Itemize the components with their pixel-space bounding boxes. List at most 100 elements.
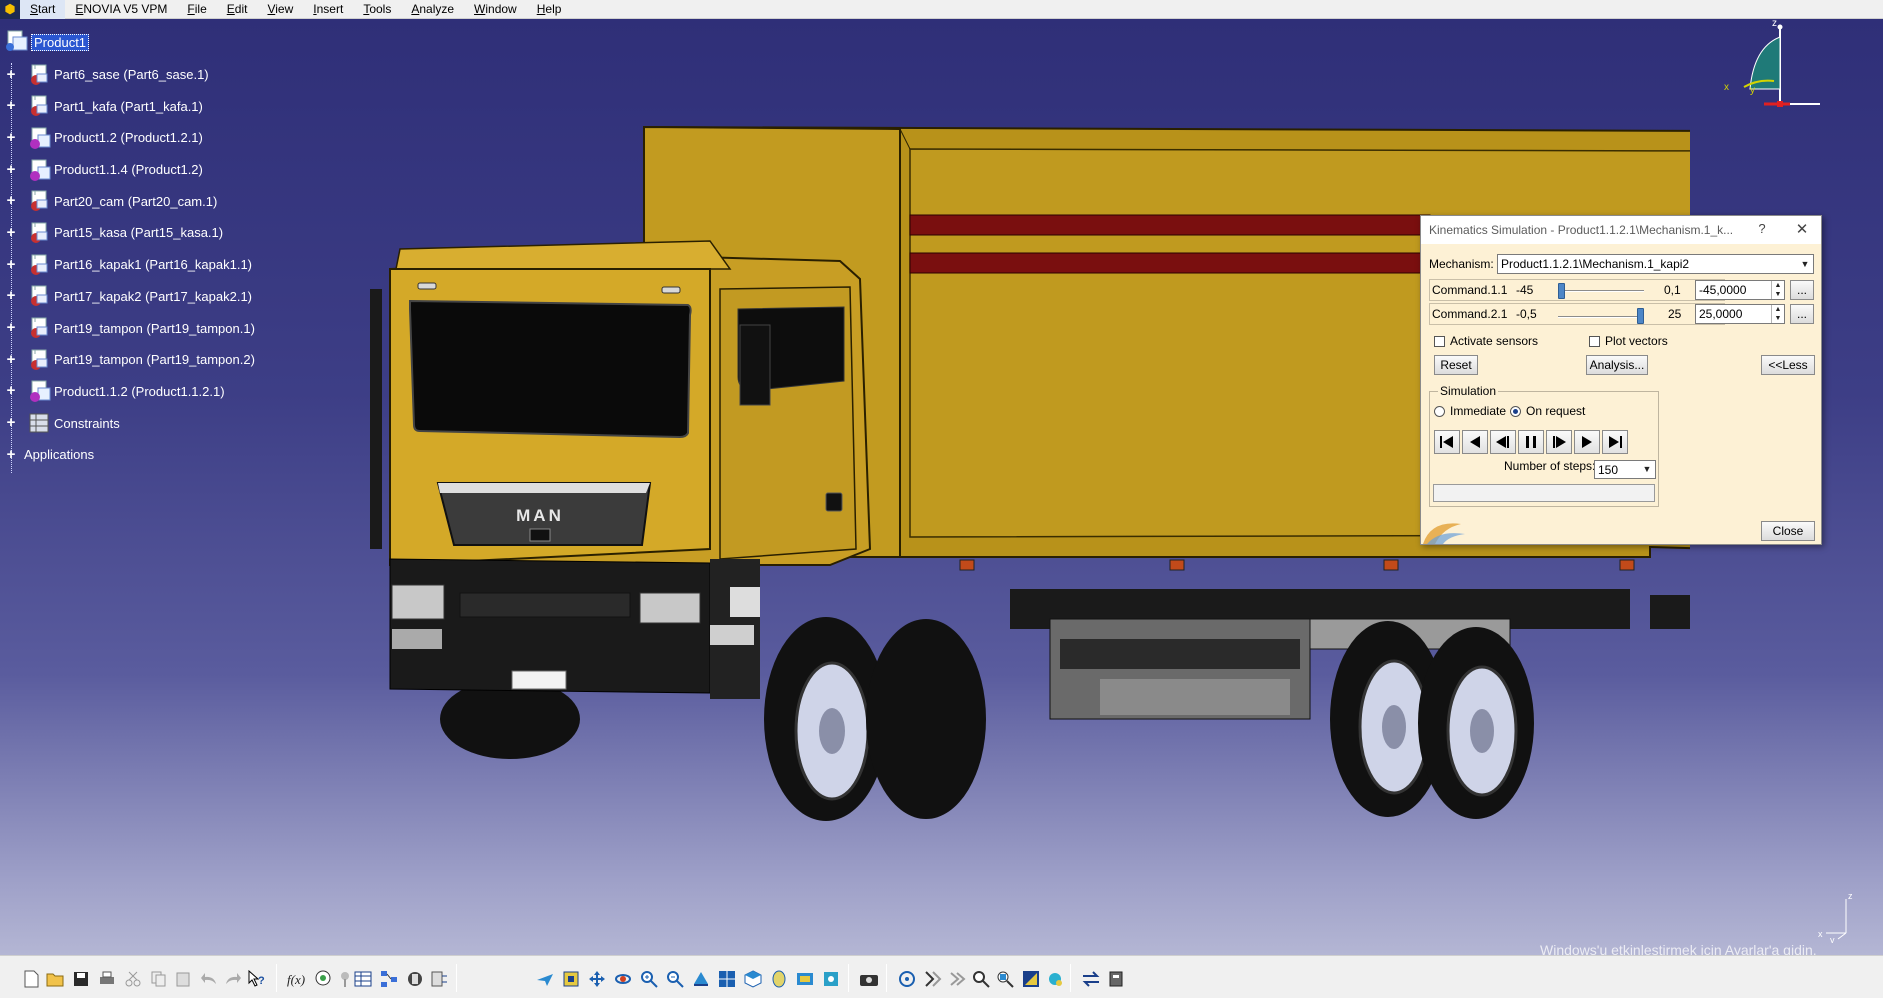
help-icon[interactable]: ?	[1753, 221, 1771, 236]
tree-expander-icon[interactable]: +	[5, 162, 17, 177]
chevron-down-icon[interactable]: ▼	[1639, 461, 1655, 478]
tree-root-label[interactable]: Product1	[31, 34, 90, 52]
tree-node-label[interactable]: Part15_kasa (Part15_kasa.1)	[54, 225, 223, 240]
tree-node[interactable]: + Part19_tampon (Part19_tampon.1)	[0, 312, 320, 344]
menu-file[interactable]: File	[177, 0, 216, 19]
sensor-icon[interactable]	[1020, 968, 1042, 990]
analysis-button[interactable]: Analysis...	[1586, 355, 1648, 375]
tree-node[interactable]: + Product1.2 (Product1.2.1)	[0, 122, 320, 154]
open-folder-icon[interactable]	[44, 968, 66, 990]
hide-show-icon[interactable]	[794, 968, 816, 990]
skip-to-end-button[interactable]	[1602, 430, 1628, 454]
play-forward-button[interactable]	[1574, 430, 1600, 454]
tree-node[interactable]: + Part6_sase (Part6_sase.1)	[0, 59, 320, 91]
menu-start[interactable]: Start	[20, 0, 66, 19]
tree-node[interactable]: + Part15_kasa (Part15_kasa.1)	[0, 217, 320, 249]
tree-applications-label[interactable]: Applications	[24, 447, 94, 462]
table-icon[interactable]	[352, 968, 374, 990]
save-icon[interactable]	[70, 968, 92, 990]
tree-expander-icon[interactable]: +	[5, 320, 17, 335]
tree-node[interactable]: + Part1_kafa (Part1_kafa.1)	[0, 90, 320, 122]
dialog-titlebar[interactable]: Kinematics Simulation - Product1.1.2.1\M…	[1421, 216, 1821, 244]
command-2-value-field[interactable]: 25,0000 ▲ ▼	[1695, 304, 1785, 324]
undo-icon[interactable]	[198, 968, 220, 990]
tree-node-label[interactable]: Product1.1.4 (Product1.2)	[54, 162, 203, 177]
tree-expander-icon[interactable]: +	[5, 225, 17, 240]
tree-node[interactable]: + Part17_kapak2 (Part17_kapak2.1)	[0, 281, 320, 313]
measure-icon[interactable]	[428, 968, 450, 990]
fit-all-icon[interactable]	[560, 968, 582, 990]
multi-view-icon[interactable]	[716, 968, 738, 990]
fit-selection-icon[interactable]	[994, 968, 1016, 990]
tree-expander-icon[interactable]: +	[5, 98, 17, 113]
rotate-icon[interactable]	[612, 968, 634, 990]
immediate-radio[interactable]	[1434, 406, 1445, 417]
pause-button[interactable]	[1518, 430, 1544, 454]
formula-icon[interactable]: f(x)	[286, 968, 308, 990]
tree-expander-icon[interactable]: +	[5, 257, 17, 272]
tree-node[interactable]: + Part20_cam (Part20_cam.1)	[0, 185, 320, 217]
pan-icon[interactable]	[586, 968, 608, 990]
less-button[interactable]: <<Less	[1761, 355, 1815, 375]
tree-root[interactable]: Product1	[0, 27, 320, 59]
command-2-slider-thumb[interactable]	[1637, 308, 1644, 324]
tree-expander-icon[interactable]: +	[5, 447, 17, 462]
tree-node-label[interactable]: Part20_cam (Part20_cam.1)	[54, 194, 217, 209]
command-1-slider-track[interactable]	[1558, 290, 1644, 292]
menu-enovia[interactable]: ENOVIA V5 VPM	[65, 0, 177, 19]
reset-button[interactable]: Reset	[1434, 355, 1478, 375]
tree-node-label[interactable]: Part17_kapak2 (Part17_kapak2.1)	[54, 289, 252, 304]
simulation-icon[interactable]	[946, 968, 968, 990]
tree-expander-icon[interactable]: +	[5, 352, 17, 367]
tree-expander-icon[interactable]: +	[5, 383, 17, 398]
zoom-out-icon[interactable]	[664, 968, 686, 990]
redo-icon[interactable]	[222, 968, 244, 990]
copy-icon[interactable]	[148, 968, 170, 990]
tree-expander-icon[interactable]: +	[5, 288, 17, 303]
tree-expander-icon[interactable]: +	[5, 67, 17, 82]
tree-node[interactable]: + Product1.1.4 (Product1.2)	[0, 154, 320, 186]
tree-expander-icon[interactable]: +	[5, 193, 17, 208]
command-1-value-field[interactable]: -45,0000 ▲ ▼	[1695, 280, 1785, 300]
menu-analyze[interactable]: Analyze	[401, 0, 464, 19]
document-link-icon[interactable]	[1106, 968, 1128, 990]
tree-applications[interactable]: + Applications	[0, 439, 320, 471]
tree-node-label[interactable]: Part19_tampon (Part19_tampon.1)	[54, 321, 255, 336]
catalog-icon[interactable]	[404, 968, 426, 990]
graph-tree-icon[interactable]	[378, 968, 400, 990]
exchange-icon[interactable]	[1080, 968, 1102, 990]
zoom-in-icon[interactable]	[638, 968, 660, 990]
spinner-icon[interactable]: ▲ ▼	[1771, 281, 1784, 299]
fly-mode-icon[interactable]	[534, 968, 556, 990]
spinner-icon[interactable]: ▲ ▼	[1771, 305, 1784, 323]
command-1-more-button[interactable]: ...	[1790, 280, 1814, 300]
tree-node[interactable]: + Product1.1.2 (Product1.1.2.1)	[0, 376, 320, 408]
normal-view-icon[interactable]	[690, 968, 712, 990]
on-request-radio[interactable]	[1510, 406, 1521, 417]
tree-node-label[interactable]: Part1_kafa (Part1_kafa.1)	[54, 99, 203, 114]
tree-node[interactable]: + Part19_tampon (Part19_tampon.2)	[0, 344, 320, 376]
cut-icon[interactable]	[122, 968, 144, 990]
step-forward-button[interactable]	[1546, 430, 1572, 454]
menu-edit[interactable]: Edit	[217, 0, 258, 19]
close-icon[interactable]: ✕	[1793, 220, 1811, 238]
shading-icon[interactable]	[768, 968, 790, 990]
tree-node[interactable]: + Constraints	[0, 407, 320, 439]
tree-node-label[interactable]: Part19_tampon (Part19_tampon.2)	[54, 352, 255, 367]
tree-expander-icon[interactable]: +	[5, 130, 17, 145]
chevron-down-icon[interactable]: ▼	[1797, 255, 1813, 273]
play-backward-button[interactable]	[1462, 430, 1488, 454]
iso-view-icon[interactable]	[742, 968, 764, 990]
menu-help[interactable]: Help	[527, 0, 572, 19]
whats-this-icon[interactable]: ?	[246, 968, 268, 990]
tree-node[interactable]: + Part16_kapak1 (Part16_kapak1.1)	[0, 249, 320, 281]
tree-node-label[interactable]: Part6_sase (Part6_sase.1)	[54, 67, 209, 82]
tree-node-label[interactable]: Product1.1.2 (Product1.1.2.1)	[54, 384, 225, 399]
compass-icon[interactable]: z x y	[1714, 19, 1824, 131]
number-of-steps-dropdown[interactable]: 150 ▼	[1594, 460, 1656, 479]
skip-to-start-button[interactable]	[1434, 430, 1460, 454]
command-2-more-button[interactable]: ...	[1790, 304, 1814, 324]
tree-node-label[interactable]: Part16_kapak1 (Part16_kapak1.1)	[54, 257, 252, 272]
kinematics-icon[interactable]	[922, 968, 944, 990]
mechanism-dropdown[interactable]: Product1.1.2.1\Mechanism.1_kapi2 ▼	[1497, 254, 1814, 274]
